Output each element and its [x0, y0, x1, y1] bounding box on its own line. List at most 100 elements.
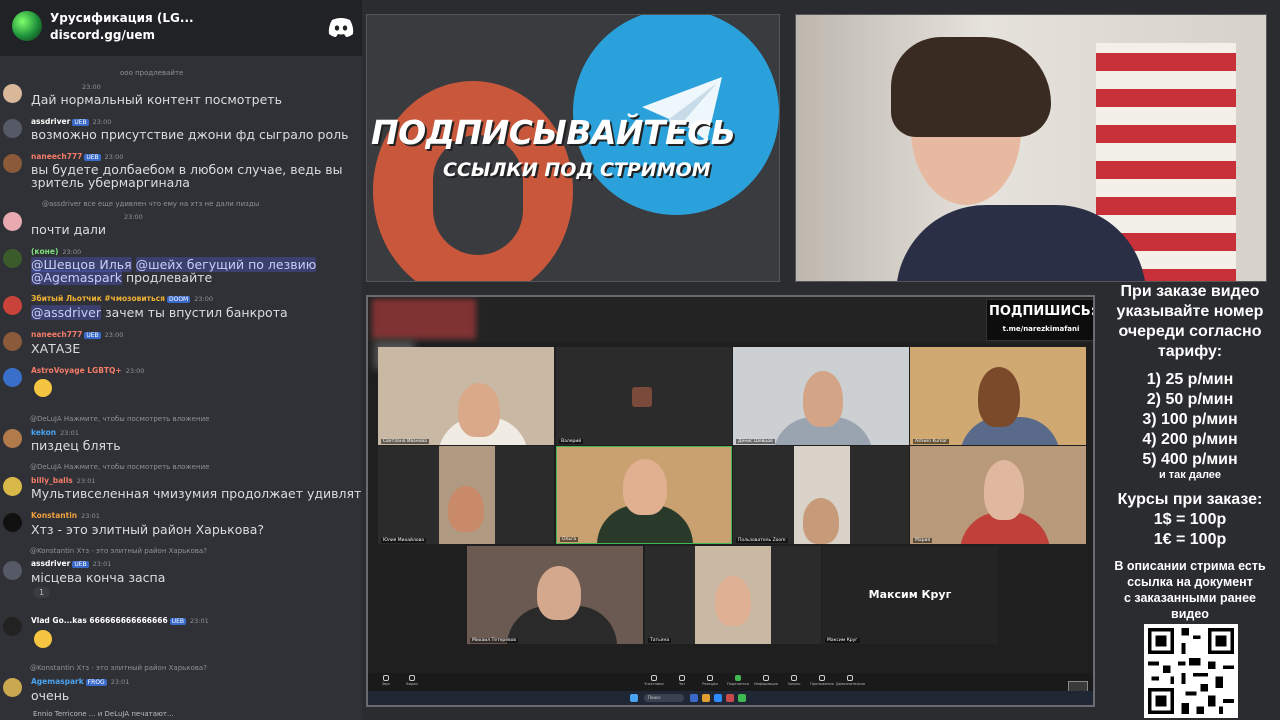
role-tag: UEB [72, 561, 89, 568]
windows-taskbar: Поиск [368, 691, 1093, 705]
video-tile[interactable]: Светлана Иванова [378, 347, 554, 445]
description-note: видео [1171, 607, 1209, 621]
subscribe-link: t.me/narezkimafani [1002, 325, 1080, 333]
message-meta: billy_balls 23:01 [31, 476, 96, 485]
taskbar-search[interactable]: Поиск [644, 694, 684, 702]
participant-name: Ольга [560, 537, 579, 542]
user-avatar[interactable] [3, 154, 22, 173]
server-avatar[interactable] [12, 11, 42, 41]
user-avatar[interactable] [3, 513, 22, 532]
message-meta: Agemaspark FROG 23:01 [31, 677, 130, 686]
video-tile[interactable]: Максим Круг Максим Круг [822, 546, 998, 644]
qr-code-icon[interactable] [1144, 624, 1238, 718]
message-text: Дай нормальный контент посмотреть [31, 92, 282, 107]
rate-item: 1$ = 100р [1153, 511, 1227, 528]
streamer-webcam [795, 14, 1267, 282]
promo-banner: ПОДПИСЫВАЙТЕСЬ ССЫЛКИ ПОД СТРИМОМ [366, 14, 780, 282]
chat-button[interactable]: Чат [668, 675, 696, 686]
share-screen-button[interactable]: Поделиться [724, 675, 752, 686]
participants-button[interactable]: Участники [640, 675, 668, 686]
message-meta: naneech777 UEB 23:00 [31, 330, 124, 339]
message-text: Мультивселенная чмизумия продолжает удив… [31, 486, 362, 501]
username: AstroVoyage LGBTQ+ [31, 366, 122, 375]
record-button[interactable]: Запись [780, 675, 808, 686]
description-note: ссылка на документ [1127, 575, 1253, 589]
role-tag: DOOM [166, 296, 191, 303]
user-avatar[interactable] [3, 119, 22, 138]
reply-preview[interactable]: @assdriver все еще удивлен что ему на хт… [42, 200, 259, 208]
reaction-badge[interactable]: 1 [33, 587, 51, 598]
user-avatar[interactable] [3, 561, 22, 580]
message-meta: assdriver UEB 23:01 [31, 559, 112, 568]
zoom-taskbar-icon[interactable] [714, 694, 722, 702]
taskbar-app-icon[interactable] [726, 694, 734, 702]
reply-preview[interactable]: @Konstantin Хтз - это элитный район Харь… [30, 664, 207, 672]
message-text: пиздец блять [31, 438, 121, 453]
tariff-item: 5) 400 р/мин [1142, 451, 1238, 468]
typing-indicator: Ennio Terricone ... и DeLuJA печатают... [33, 710, 174, 718]
user-avatar[interactable] [3, 678, 22, 697]
video-button[interactable]: Видео [398, 675, 426, 686]
video-tile[interactable]: Денис Шевцов [733, 347, 909, 445]
patreon-logo-inner [433, 135, 523, 255]
video-tile[interactable]: Юлия Михайлова [378, 446, 554, 544]
user-avatar[interactable] [3, 212, 22, 231]
user-avatar[interactable] [3, 368, 22, 387]
message-text: місцева кончa заспа [31, 570, 166, 585]
taskbar-app-icon[interactable] [702, 694, 710, 702]
tariff-item: 4) 200 р/мин [1142, 431, 1238, 448]
promo-subtitle: ССЫЛКИ ПОД СТРИМОМ [443, 159, 711, 181]
participant-name: Юлия Михайлова [381, 538, 426, 543]
user-avatar[interactable] [3, 617, 22, 636]
user-avatar[interactable] [3, 477, 22, 496]
promo-title: ПОДПИСЫВАЙТЕСЬ [371, 113, 736, 152]
message-text: зритель убермаргинала [31, 175, 190, 190]
reply-preview[interactable]: @Konstantin Хтз - это элитный район Харь… [30, 547, 207, 555]
info-button[interactable]: Информация [752, 675, 780, 686]
video-tile[interactable]: Михаил Тетеревов [467, 546, 643, 644]
reply-preview[interactable]: @DeLuJA Нажмите, чтобы посмотреть вложен… [30, 415, 209, 423]
reactions-button[interactable]: Реакции [696, 675, 724, 686]
zoom-topbar [368, 297, 1093, 343]
user-avatar[interactable] [3, 296, 22, 315]
description-note: В описании стрима есть [1114, 559, 1266, 573]
video-tile[interactable]: Татьяна [645, 546, 821, 644]
tariff-item: 1) 25 р/мин [1146, 371, 1234, 388]
info-intro: При заказе видео [1120, 283, 1260, 300]
mute-button[interactable]: Звук [372, 675, 400, 686]
video-tile-active-speaker[interactable]: Ольга [556, 446, 732, 544]
message-meta: assdriver UEB 23:00 [31, 117, 112, 126]
reply-preview[interactable]: ооо продлевайте [120, 69, 183, 77]
username: billy_balls [31, 476, 73, 485]
user-avatar[interactable] [3, 332, 22, 351]
grinning-sweat-emoji [34, 379, 52, 397]
taskbar-app-icon[interactable] [738, 694, 746, 702]
user-avatar[interactable] [3, 249, 22, 268]
taskbar-app-icon[interactable] [690, 694, 698, 702]
more-button[interactable]: Дополнительно [836, 675, 865, 686]
user-avatar[interactable] [3, 429, 22, 448]
start-icon[interactable] [630, 694, 638, 702]
username: naneech777 [31, 330, 83, 339]
server-name[interactable]: Урусификация (LG... [50, 11, 194, 25]
tariff-item: 3) 100 р/мин [1142, 411, 1238, 428]
subscribe-badge: ПОДПИШИСЬ: t.me/narezkimafani [986, 299, 1093, 341]
role-tag: UEB [84, 154, 101, 161]
video-tile[interactable]: Ashwin Kumar [910, 347, 1086, 445]
tariff-etc: и так далее [1158, 469, 1222, 481]
participant-name-large: Максим Круг [868, 588, 952, 601]
video-tile[interactable]: Мария [910, 446, 1086, 544]
reply-preview[interactable]: @DeLuJA Нажмите, чтобы посмотреть вложен… [30, 463, 209, 471]
username: Vlad Go...kas 666666666666666 [31, 616, 168, 625]
order-info-panel: При заказе видео указывайте номер очеред… [1100, 282, 1280, 720]
apps-button[interactable]: Приложения [808, 675, 836, 686]
username: kekon [31, 428, 57, 437]
role-tag: FROG [85, 679, 107, 686]
rates-title: Курсы при заказе: [1117, 491, 1263, 508]
user-avatar[interactable] [3, 84, 22, 103]
message-text: @assdriver зачем ты впустил банкрота [31, 305, 288, 320]
video-tile[interactable]: Пользователь Zoom [733, 446, 909, 544]
chat-header: Урусификация (LG... discord.gg/uem [0, 0, 362, 56]
video-tile[interactable]: Валерий [556, 347, 732, 445]
server-invite-link[interactable]: discord.gg/uem [50, 28, 155, 42]
